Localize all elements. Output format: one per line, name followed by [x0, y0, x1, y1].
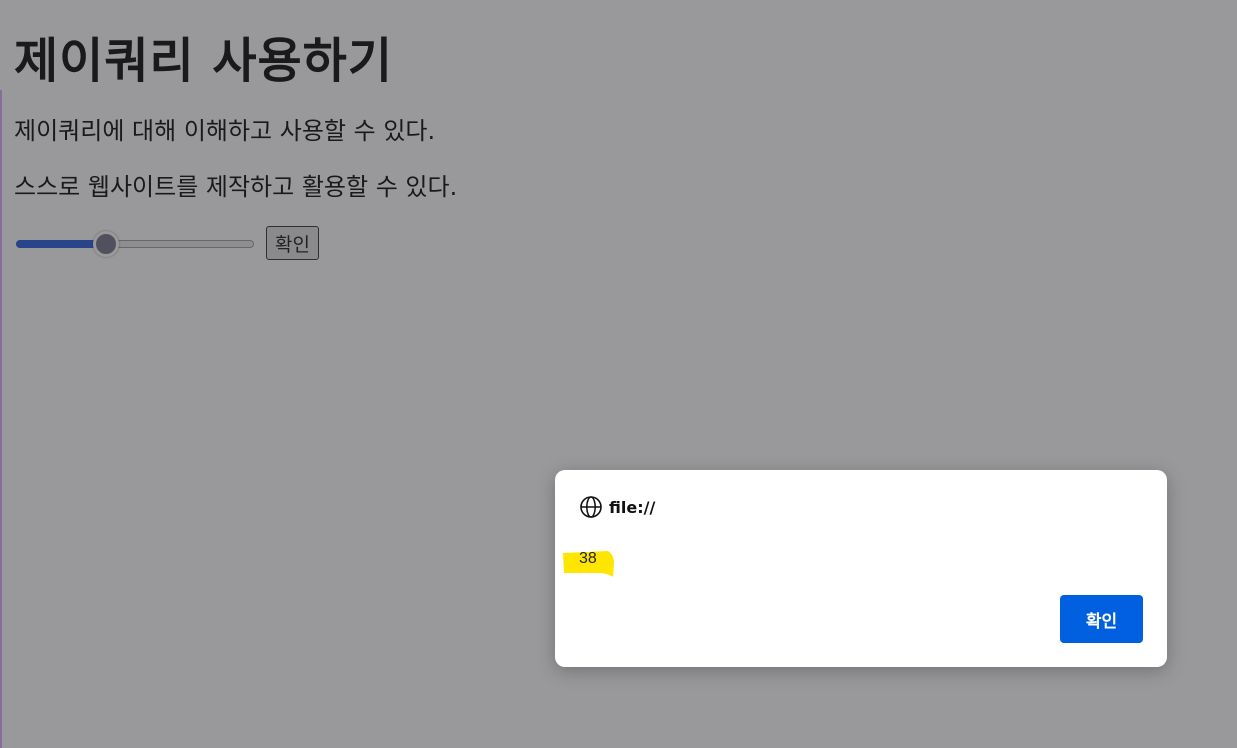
globe-icon — [580, 496, 602, 518]
dialog-header: file:// — [579, 495, 655, 519]
dialog-origin: file:// — [609, 497, 656, 517]
dialog-message: 38 — [579, 550, 597, 567]
alert-dialog: file:// 38 확인 — [555, 470, 1167, 667]
dialog-ok-button[interactable]: 확인 — [1060, 595, 1143, 643]
window-edge — [0, 90, 2, 748]
